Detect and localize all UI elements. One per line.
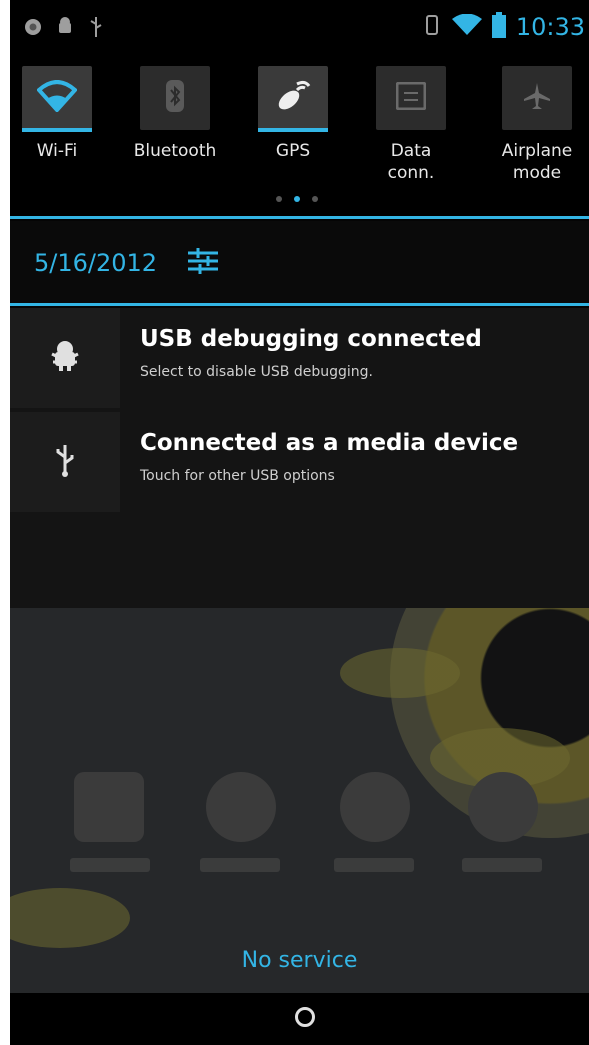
divider	[10, 303, 589, 306]
wallpaper-petal	[10, 888, 130, 948]
wifi-icon	[451, 13, 482, 40]
quick-settings-panel: Wi-Fi Bluetooth GPS Data conn. Airplane …	[10, 58, 589, 218]
data-connection-icon	[395, 81, 427, 114]
qs-tile-wifi[interactable]: Wi-Fi	[12, 66, 102, 162]
status-left-icons	[24, 16, 104, 42]
wifi-active-indicator	[22, 128, 92, 132]
status-right-icons: 10:33	[422, 12, 585, 42]
android-debug-icon	[50, 340, 80, 376]
vibrate-icon	[422, 14, 442, 40]
page-dot	[276, 196, 282, 202]
qs-tile-bluetooth[interactable]: Bluetooth	[130, 66, 220, 162]
app-label	[462, 858, 542, 872]
qs-label-data-connection: Data conn.	[387, 141, 435, 183]
notification-subtitle: Select to disable USB debugging.	[140, 364, 373, 380]
settings-sliders-icon[interactable]	[186, 245, 220, 281]
bluetooth-icon	[163, 79, 187, 117]
qs-label-bluetooth: Bluetooth	[133, 141, 217, 161]
chrome-icon	[24, 18, 42, 40]
qs-label-airplane-mode: Airplane mode	[501, 141, 573, 183]
notification-title: Connected as a media device	[140, 430, 519, 456]
usb-icon	[88, 16, 104, 42]
battery-icon	[491, 12, 506, 42]
airplane-icon	[522, 81, 552, 115]
music-app-icon[interactable]	[468, 772, 538, 842]
wifi-icon	[36, 80, 78, 116]
app-label	[334, 858, 414, 872]
notification-usb-debugging[interactable]: USB debugging connected Select to disabl…	[10, 308, 589, 410]
notification-list: USB debugging connected Select to disabl…	[10, 308, 589, 608]
qq-app-icon[interactable]	[340, 772, 410, 842]
page-dot-active	[294, 196, 300, 202]
carrier-status: No service	[241, 948, 358, 973]
navigation-bar	[10, 993, 589, 1045]
notification-media-device[interactable]: Connected as a media device Touch for ot…	[10, 412, 589, 514]
qs-label-wifi: Wi-Fi	[36, 141, 78, 161]
gps-icon	[275, 78, 311, 118]
qs-tile-airplane-mode[interactable]: Airplane mode	[492, 66, 582, 184]
data-connection-toggle[interactable]	[376, 66, 446, 130]
clock: 10:33	[515, 13, 585, 41]
divider	[10, 216, 589, 219]
page-dot	[312, 196, 318, 202]
gps-active-indicator	[258, 128, 328, 132]
notification-icon-box	[10, 412, 120, 512]
wifi-toggle[interactable]	[22, 66, 92, 132]
gps-toggle[interactable]	[258, 66, 328, 132]
date-label: 5/16/2012	[34, 249, 158, 277]
android-icon	[56, 17, 74, 41]
qs-label-gps: GPS	[275, 141, 311, 161]
app-icon[interactable]	[206, 772, 276, 842]
app-label	[70, 858, 150, 872]
bluetooth-toggle[interactable]	[140, 66, 210, 130]
airplane-mode-toggle[interactable]	[502, 66, 572, 130]
usb-icon	[54, 443, 76, 481]
home-button[interactable]	[295, 1007, 315, 1027]
notification-title: USB debugging connected	[140, 326, 482, 352]
qs-tile-data-connection[interactable]: Data conn.	[366, 66, 456, 184]
camera-app-icon[interactable]	[74, 772, 144, 842]
notification-subtitle: Touch for other USB options	[140, 468, 335, 484]
phone-screen: 10:33 Wi-Fi Bluetooth GPS Data conn. Air…	[10, 0, 589, 1045]
qs-tile-gps[interactable]: GPS	[248, 66, 338, 162]
status-bar: 10:33	[10, 0, 589, 58]
app-label	[200, 858, 280, 872]
home-screen-background: No service	[10, 608, 589, 993]
wallpaper-petal	[340, 648, 460, 698]
date-bar: 5/16/2012	[10, 221, 589, 305]
notification-icon-box	[10, 308, 120, 408]
page-indicator	[276, 196, 318, 202]
